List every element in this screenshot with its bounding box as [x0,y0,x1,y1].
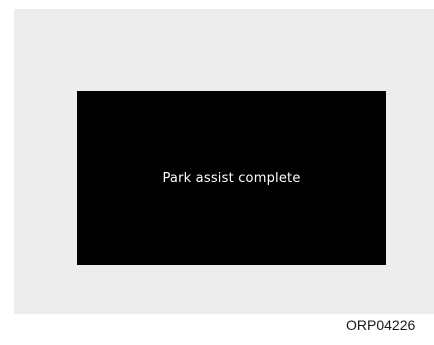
figure-code-area: ORP04226 [0,0,434,345]
figure-code: ORP04226 [346,317,416,333]
